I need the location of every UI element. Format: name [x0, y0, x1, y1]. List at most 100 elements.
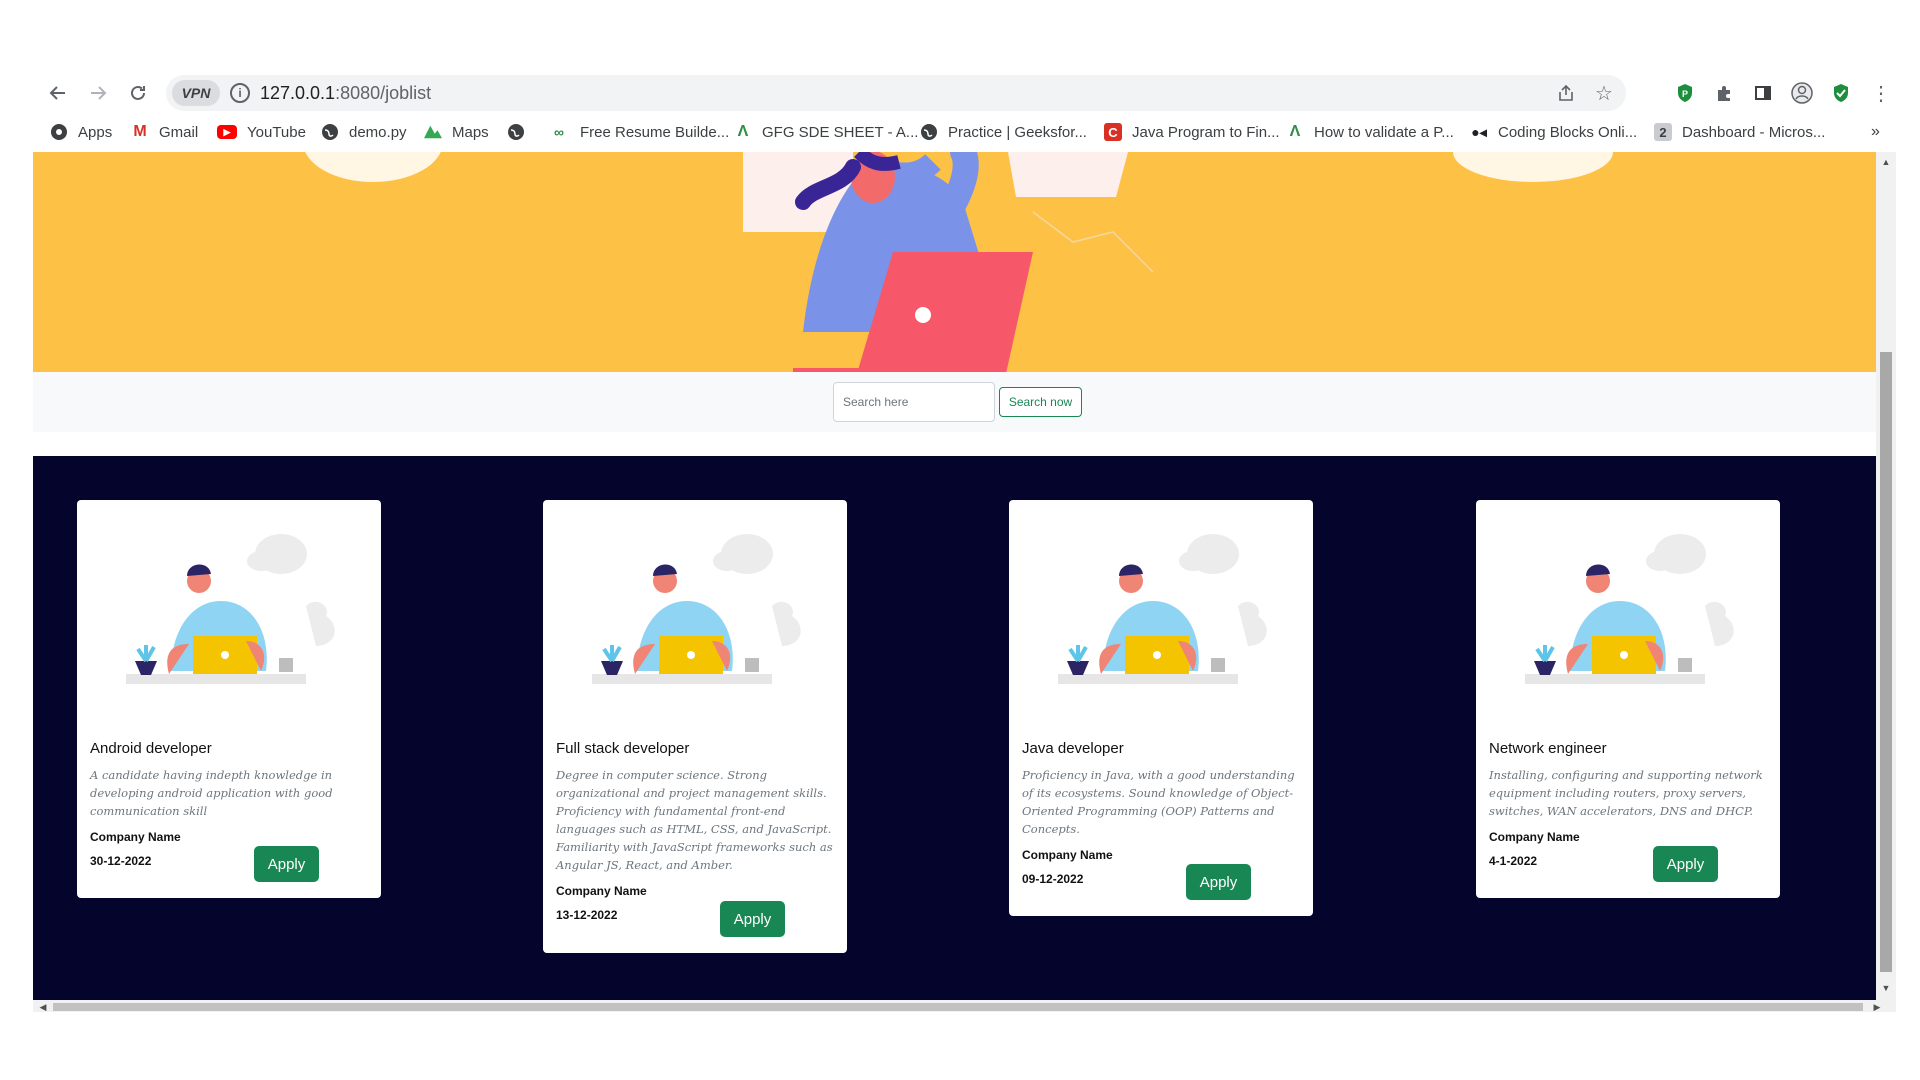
- bookmark-java-program[interactable]: C Java Program to Fin...: [1104, 120, 1280, 144]
- bookmark-globe[interactable]: [507, 120, 535, 144]
- search-input[interactable]: [833, 382, 995, 422]
- job-date: 13-12-2022: [556, 908, 618, 922]
- bookmark-star-icon[interactable]: ☆: [1592, 81, 1616, 105]
- profile-avatar-icon[interactable]: [1788, 79, 1816, 107]
- scroll-up-arrow-icon[interactable]: ▲: [1880, 156, 1892, 168]
- apply-button[interactable]: Apply: [720, 901, 785, 937]
- site-info-icon[interactable]: i: [230, 83, 250, 103]
- bookmark-label: Maps: [452, 123, 489, 141]
- bookmark-label: YouTube: [247, 123, 306, 141]
- job-card: Network engineer Installing, configuring…: [1476, 500, 1780, 898]
- menu-kebab-icon[interactable]: ⋮: [1867, 79, 1895, 107]
- scroll-left-arrow-icon[interactable]: ◀: [37, 1001, 49, 1012]
- bookmark-coding-blocks[interactable]: ●◂ Coding Blocks Onli...: [1470, 120, 1637, 144]
- company-name: Company Name: [90, 830, 181, 844]
- job-card-body: Android developer A candidate having ind…: [90, 740, 368, 868]
- globe-icon: [321, 123, 339, 141]
- apply-button[interactable]: Apply: [1653, 846, 1718, 882]
- bookmark-label: Java Program to Fin...: [1132, 123, 1280, 141]
- job-date: 09-12-2022: [1022, 872, 1084, 886]
- job-card: Java developer Proficiency in Java, with…: [1009, 500, 1313, 916]
- page-viewport: Search now Android developer A cand: [33, 152, 1910, 1012]
- bookmarks-overflow-button[interactable]: »: [1871, 120, 1880, 144]
- vpn-badge[interactable]: VPN: [172, 80, 220, 106]
- job-title: Network engineer: [1489, 740, 1607, 757]
- back-icon[interactable]: [41, 76, 75, 110]
- bookmark-label: How to validate a P...: [1314, 123, 1454, 141]
- vertical-scrollbar[interactable]: ▲ ▼: [1876, 152, 1896, 1000]
- side-panel-icon[interactable]: [1749, 79, 1777, 107]
- extensions-puzzle-icon[interactable]: [1710, 79, 1738, 107]
- browser-window: VPN i 127.0.0.1:8080/joblist ☆ P ⋮ Apps: [0, 0, 1920, 1080]
- bookmark-label: GFG SDE SHEET - A...: [762, 123, 919, 141]
- gmail-icon: M: [133, 123, 147, 140]
- job-card-body: Network engineer Installing, configuring…: [1489, 740, 1767, 868]
- maps-icon: [424, 123, 442, 141]
- job-card-body: Java developer Proficiency in Java, with…: [1022, 740, 1300, 886]
- scroll-down-arrow-icon[interactable]: ▼: [1880, 982, 1892, 994]
- apply-button[interactable]: Apply: [254, 846, 319, 882]
- search-now-button[interactable]: Search now: [999, 387, 1082, 417]
- youtube-icon: ▶: [217, 125, 237, 139]
- bookmark-practice[interactable]: Practice | Geeksfor...: [920, 120, 1087, 144]
- job-title: Android developer: [90, 740, 212, 757]
- job-card-body: Full stack developer Degree in computer …: [556, 740, 834, 922]
- forward-icon[interactable]: [81, 76, 115, 110]
- job-date: 4-1-2022: [1489, 854, 1538, 868]
- horizontal-scrollbar[interactable]: ◀ ▶: [33, 1000, 1896, 1012]
- job-date: 30-12-2022: [90, 854, 152, 868]
- coding-blocks-icon: ●◂: [1471, 123, 1487, 140]
- bookmark-label: Coding Blocks Onli...: [1498, 123, 1638, 141]
- bookmark-demo-py[interactable]: demo.py: [321, 120, 407, 144]
- bookmark-how-to-validate[interactable]: Λ How to validate a P...: [1286, 120, 1454, 144]
- gfg-icon: Λ: [1289, 123, 1301, 140]
- horizontal-scrollbar-thumb[interactable]: [53, 1003, 1863, 1011]
- share-icon[interactable]: [1554, 81, 1578, 105]
- bookmark-gfg-sde-sheet[interactable]: Λ GFG SDE SHEET - A...: [734, 120, 919, 144]
- c-icon: C: [1104, 123, 1122, 141]
- apply-button[interactable]: Apply: [1186, 864, 1251, 900]
- url-host: 127.0.0.1: [260, 83, 336, 103]
- developer-illustration: [1058, 534, 1267, 684]
- bookmark-label: Gmail: [159, 123, 199, 141]
- address-bar[interactable]: VPN i 127.0.0.1:8080/joblist ☆: [166, 75, 1626, 111]
- company-name: Company Name: [1022, 848, 1113, 862]
- dashboard-icon: 2: [1654, 123, 1672, 141]
- developer-illustration: [592, 534, 801, 684]
- url-text[interactable]: 127.0.0.1:8080/joblist: [260, 83, 431, 104]
- reload-icon[interactable]: [121, 76, 155, 110]
- company-name: Company Name: [1489, 830, 1580, 844]
- bookmark-dashboard[interactable]: 2 Dashboard - Micros...: [1654, 120, 1825, 144]
- bookmark-label: Dashboard - Micros...: [1682, 123, 1826, 141]
- job-card: Android developer A candidate having ind…: [77, 500, 381, 898]
- vertical-scrollbar-thumb[interactable]: [1880, 352, 1892, 972]
- bookmark-label: Apps: [78, 123, 113, 141]
- shield-extension-icon[interactable]: P: [1671, 79, 1699, 107]
- scroll-right-arrow-icon[interactable]: ▶: [1871, 1001, 1883, 1012]
- bookmarks-bar: Apps M Gmail ▶ YouTube demo.py Maps ∞ Free …: [33, 116, 1910, 146]
- bookmark-maps[interactable]: Maps: [424, 120, 489, 144]
- bookmark-free-resume[interactable]: ∞ Free Resume Builde...: [548, 120, 729, 144]
- bookmark-youtube[interactable]: ▶ YouTube: [217, 120, 306, 144]
- gfg-icon: Λ: [737, 123, 749, 140]
- job-title: Full stack developer: [556, 740, 690, 757]
- bookmark-label: Free Resume Builde...: [580, 123, 730, 141]
- job-card: Full stack developer Degree in computer …: [543, 500, 847, 953]
- globe-icon: [920, 123, 938, 141]
- developer-illustration: [126, 534, 335, 684]
- bookmark-apps[interactable]: Apps: [50, 120, 112, 144]
- developer-illustration: [1525, 534, 1734, 684]
- security-shield-icon[interactable]: [1827, 79, 1855, 107]
- job-description: Degree in computer science. Strong organ…: [556, 768, 833, 872]
- bookmark-label: demo.py: [349, 123, 407, 141]
- url-path: :8080/joblist: [335, 83, 432, 103]
- bookmark-gmail[interactable]: M Gmail: [131, 120, 198, 144]
- job-description: A candidate having indepth knowledge in …: [90, 768, 333, 818]
- company-name: Company Name: [556, 884, 647, 898]
- hero-illustration: [305, 152, 1613, 372]
- resume-icon: ∞: [554, 124, 564, 140]
- globe-icon: [507, 123, 525, 141]
- search-bar-section: Search now: [33, 372, 1876, 432]
- job-title: Java developer: [1022, 740, 1124, 757]
- browser-toolbar: VPN i 127.0.0.1:8080/joblist ☆ P ⋮: [33, 72, 1910, 114]
